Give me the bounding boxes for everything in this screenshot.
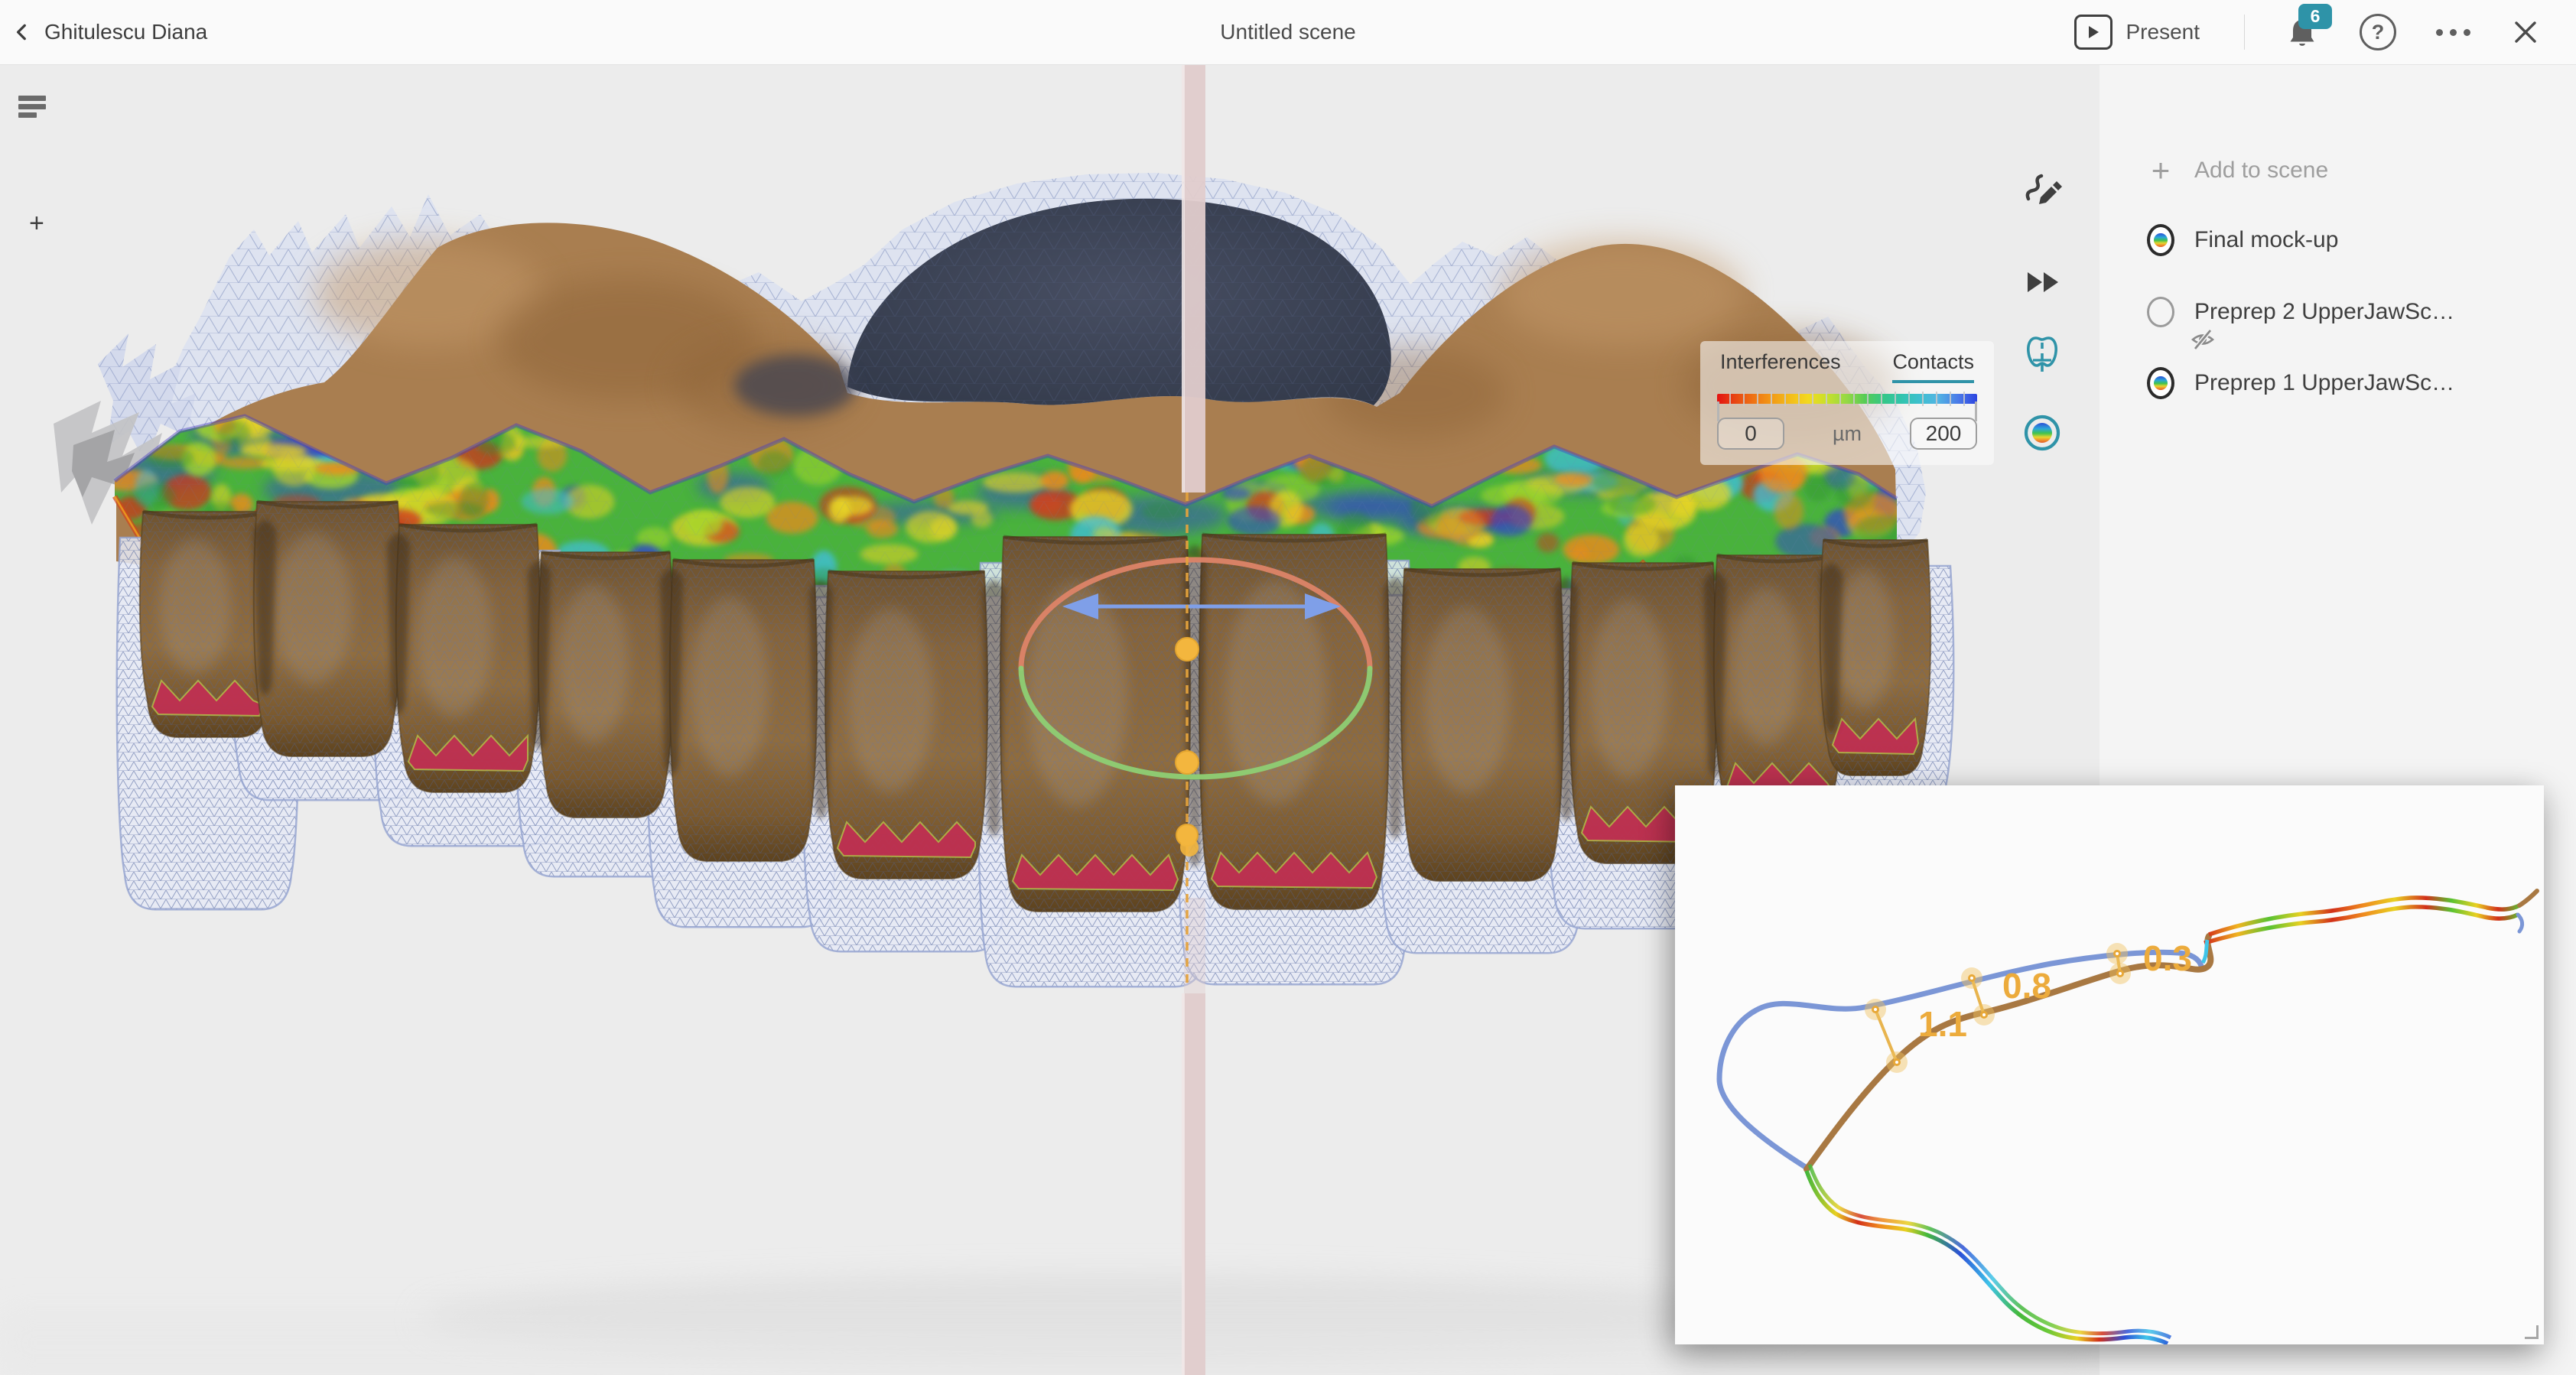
cross-section-plot: 1.1 0.8 0.3 <box>1675 785 2544 1344</box>
plus-icon: + <box>2147 157 2174 184</box>
present-button[interactable]: Present <box>2070 14 2205 50</box>
add-to-scene-button[interactable]: + Add to scene <box>2100 152 2576 189</box>
gizmo-handle-1[interactable] <box>1176 638 1199 661</box>
topbar-divider <box>2244 15 2245 50</box>
back-button[interactable]: Ghitulescu Diana <box>0 20 207 44</box>
more-dots-icon <box>2436 29 2470 36</box>
visibility-off-button[interactable] <box>2190 327 2216 355</box>
annotate-tool-button[interactable] <box>2022 167 2062 206</box>
present-play-icon <box>2074 15 2113 50</box>
tab-interferences[interactable]: Interferences <box>1720 350 1841 383</box>
scan-radio-selected-icon[interactable] <box>2147 369 2174 397</box>
measurement-2[interactable]: 0.8 <box>1961 966 2051 1026</box>
measurement-1[interactable]: 1.1 <box>1865 999 1967 1073</box>
measurement-1-value: 1.1 <box>1918 1004 1967 1044</box>
viewport-menu-button[interactable] <box>18 95 49 118</box>
topbar: Ghitulescu Diana Untitled scene Present … <box>0 0 2576 65</box>
contact-colored-segment-bottom <box>1807 1165 2171 1344</box>
pen-annotate-icon <box>2022 167 2062 206</box>
eye-off-icon <box>2190 327 2216 353</box>
patient-name: Ghitulescu Diana <box>44 20 207 44</box>
scene-item-preprep-1[interactable]: Preprep 1 UpperJawSc… <box>2100 365 2576 401</box>
gizmo-handle-2[interactable] <box>1176 751 1199 774</box>
add-step-button[interactable]: + <box>24 210 49 237</box>
help-icon: ? <box>2360 14 2396 50</box>
cross-section-tool-button[interactable] <box>2022 333 2062 373</box>
help-button[interactable]: ? <box>2360 14 2396 50</box>
scene-item-preprep-2[interactable]: Preprep 2 UpperJawSc… <box>2100 294 2576 330</box>
close-button[interactable] <box>2510 17 2541 47</box>
notification-badge: 6 <box>2298 4 2332 29</box>
tooth-cross-section-icon <box>2022 333 2062 373</box>
occlusion-map-tool-button[interactable] <box>2022 413 2062 453</box>
contacts-max-input[interactable]: 200 <box>1910 418 1977 450</box>
occlusion-sphere-icon <box>2022 413 2062 453</box>
notifications-button[interactable]: 6 <box>2285 15 2320 50</box>
measurement-2-value: 0.8 <box>2002 966 2051 1006</box>
contacts-color-scale <box>1717 394 1977 404</box>
gizmo-handle-3b[interactable] <box>1180 838 1199 857</box>
inset-resize-handle[interactable] <box>2525 1325 2539 1339</box>
topbar-actions: Present 6 ? <box>2070 14 2576 50</box>
tab-contacts[interactable]: Contacts <box>1892 350 1974 383</box>
scan-radio-selected-icon[interactable] <box>2147 226 2174 254</box>
app-window: Ghitulescu Diana Untitled scene Present … <box>0 0 2576 1375</box>
fast-forward-icon <box>2022 262 2062 302</box>
scan-radio-unselected-icon[interactable] <box>2147 298 2174 326</box>
hamburger-icon <box>18 96 46 101</box>
measurement-3[interactable]: 0.3 <box>2106 938 2192 984</box>
close-icon <box>2510 17 2541 47</box>
play-forward-tool-button[interactable] <box>2022 262 2062 302</box>
back-chevron-icon <box>12 22 32 42</box>
scene-item-final-mockup[interactable]: Final mock-up <box>2100 222 2576 258</box>
prep-profile-curve <box>1719 952 2201 1168</box>
cross-section-inset[interactable]: 1.1 0.8 0.3 <box>1675 785 2544 1344</box>
contact-colored-segment-top <box>2203 891 2537 963</box>
contacts-overlay: Interferences Contacts 0 µm 200 <box>1700 341 1994 465</box>
contacts-min-input[interactable]: 0 <box>1717 418 1784 450</box>
measurement-3-value: 0.3 <box>2143 938 2192 978</box>
more-options-button[interactable] <box>2436 29 2470 36</box>
contacts-unit-label: µm <box>1833 422 1862 446</box>
